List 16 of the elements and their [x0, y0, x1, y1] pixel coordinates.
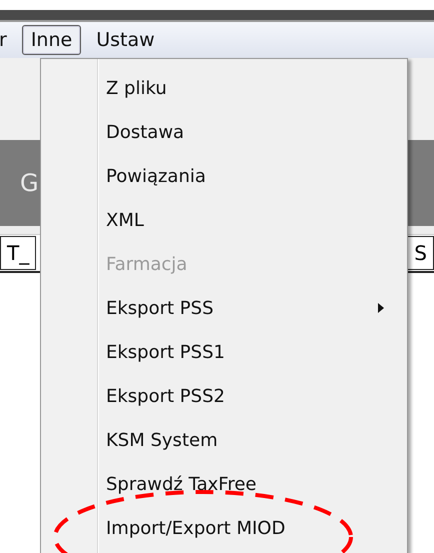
menu-item[interactable]: XML [41, 198, 407, 242]
menu-title[interactable]: Ustaw [87, 25, 164, 55]
submenu-arrow-icon [377, 302, 385, 314]
menu-title[interactable]: r [0, 25, 16, 55]
menu-item[interactable]: Powiązania [41, 154, 407, 198]
menu-item[interactable]: Eksport PSS2 [41, 374, 407, 418]
menu-item[interactable]: Sprawdź TaxFree [41, 462, 407, 506]
menu-item[interactable]: KSM System [41, 418, 407, 462]
menu-title[interactable]: Inne [22, 25, 82, 55]
menu-item[interactable]: Dostawa [41, 110, 407, 154]
menu-item[interactable]: Eksport PSS [41, 286, 407, 330]
menu-item[interactable]: Import/Export MIOD [41, 506, 407, 550]
panel-title: G [20, 169, 39, 197]
menu-item[interactable]: Eksport PSS1 [41, 330, 407, 374]
column-header[interactable]: T_ [0, 236, 36, 270]
menu-item[interactable]: Z pliku [41, 66, 407, 110]
